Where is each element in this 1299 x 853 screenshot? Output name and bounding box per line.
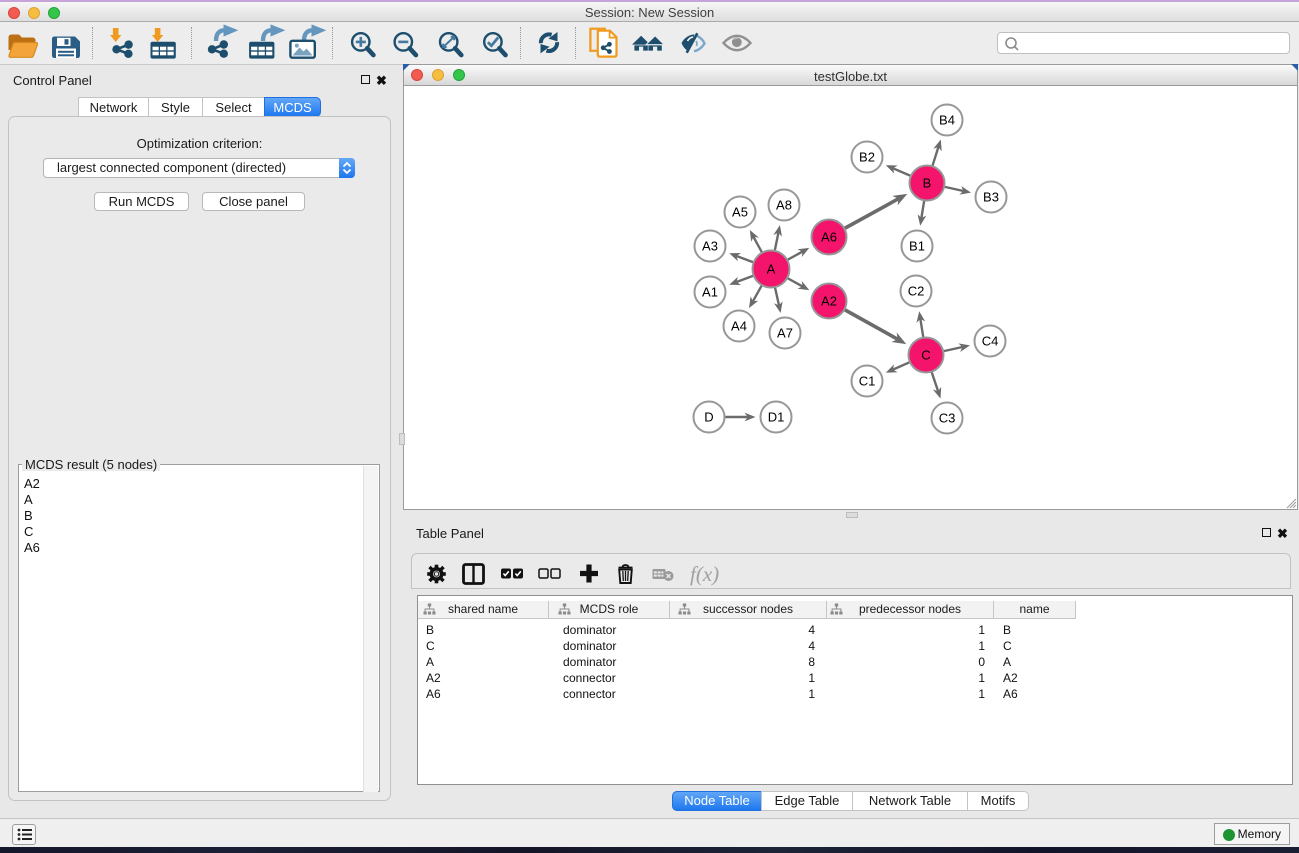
svg-text:B: B (923, 176, 932, 191)
svg-text:A: A (767, 262, 776, 277)
svg-text:C2: C2 (908, 284, 925, 299)
svg-text:B3: B3 (983, 190, 999, 205)
svg-text:A1: A1 (702, 285, 718, 300)
svg-text:B2: B2 (859, 150, 875, 165)
svg-text:B4: B4 (939, 113, 955, 128)
svg-text:A5: A5 (732, 205, 748, 220)
svg-text:f(x): f(x) (690, 562, 719, 586)
svg-text:C3: C3 (939, 411, 956, 426)
svg-text:D1: D1 (768, 410, 785, 425)
svg-text:A6: A6 (821, 230, 837, 245)
svg-text:C: C (921, 348, 930, 363)
svg-text:A2: A2 (821, 294, 837, 309)
svg-text:C4: C4 (982, 334, 999, 349)
svg-text:A3: A3 (702, 239, 718, 254)
svg-text:B1: B1 (909, 239, 925, 254)
svg-text:A8: A8 (776, 198, 792, 213)
svg-text:D: D (704, 410, 713, 425)
svg-text:A7: A7 (777, 326, 793, 341)
svg-text:C1: C1 (859, 374, 876, 389)
svg-text:A4: A4 (731, 319, 747, 334)
